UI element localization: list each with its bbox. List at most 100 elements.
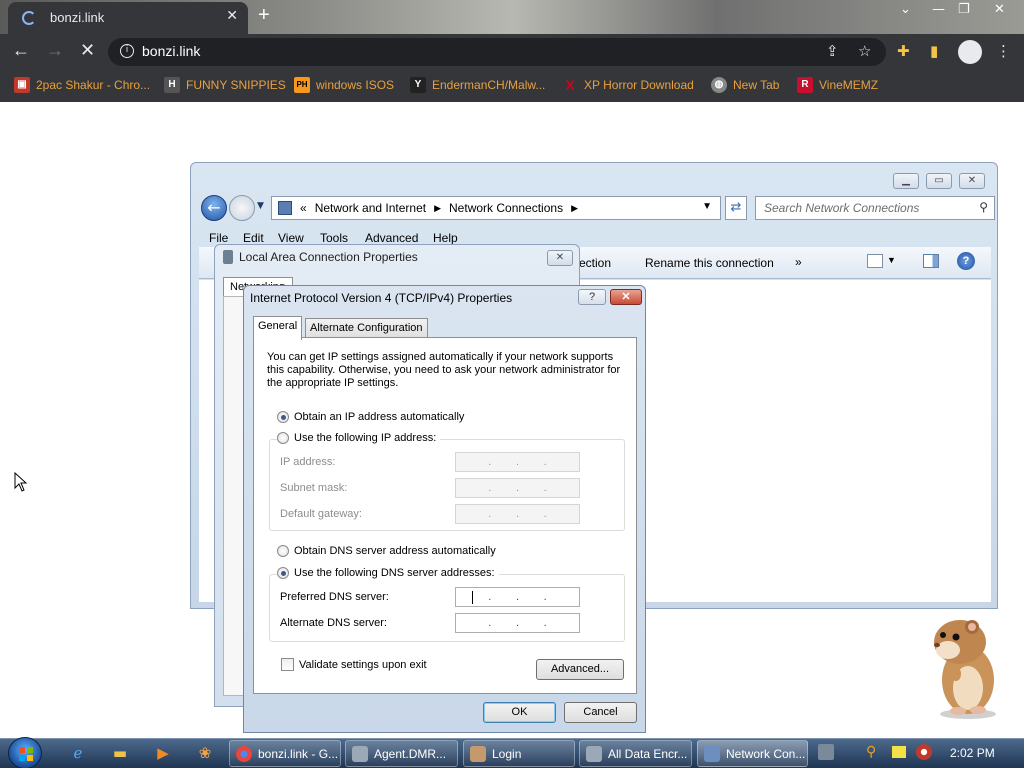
breadcrumb-network-and-internet[interactable]: Network and Internet: [315, 201, 426, 215]
stop-loading-icon[interactable]: ✕: [80, 40, 95, 61]
chevron-down-icon[interactable]: ⌄: [900, 2, 911, 17]
taskbar-item-login[interactable]: Login: [463, 740, 575, 767]
tray-app-icon[interactable]: [818, 744, 834, 760]
bookmark-label: XP Horror Download: [584, 78, 694, 92]
command-partial[interactable]: ection: [579, 256, 611, 270]
alternate-dns-field[interactable]: ...: [455, 613, 580, 633]
menu-tools[interactable]: Tools: [320, 231, 348, 245]
obtain-dns-auto-radio[interactable]: Obtain DNS server address automatically: [277, 545, 496, 557]
bookmark-funny-snippies[interactable]: H FUNNY SNIPPIES: [164, 76, 286, 94]
forward-arrow-icon[interactable]: [229, 195, 255, 221]
close-button[interactable]: ✕: [547, 250, 573, 266]
notes-icon[interactable]: [892, 746, 906, 758]
browser-tab[interactable]: bonzi.link ✕: [8, 2, 248, 34]
taskbar-item-chrome[interactable]: bonzi.link - G...: [229, 740, 341, 767]
intro-text: You can get IP settings assigned automat…: [267, 351, 621, 389]
search-input[interactable]: Search Network Connections ⚲: [755, 196, 995, 220]
preview-pane-icon[interactable]: [923, 254, 939, 268]
tab-general[interactable]: General: [253, 316, 303, 340]
internet-explorer-icon[interactable]: ℯ: [68, 743, 88, 763]
default-gateway-field[interactable]: ...: [455, 504, 580, 524]
bookmark-2pac[interactable]: ▣ 2pac Shakur - Chro...: [14, 76, 150, 94]
restore-icon[interactable]: ❐: [958, 2, 970, 17]
forward-arrow-icon[interactable]: →: [46, 40, 64, 61]
rename-connection-command[interactable]: Rename this connection: [645, 256, 774, 270]
network-adapter-icon: [223, 250, 233, 264]
folder-icon[interactable]: ▬: [110, 743, 130, 763]
github-icon: Y: [410, 77, 426, 93]
subnet-mask-field[interactable]: ...: [455, 478, 580, 498]
more-commands-icon[interactable]: »: [795, 255, 802, 269]
validate-settings-checkbox[interactable]: Validate settings upon exit: [281, 658, 427, 671]
profile-avatar[interactable]: [958, 40, 982, 64]
maximize-button[interactable]: ▭: [926, 173, 952, 189]
start-button[interactable]: [8, 737, 42, 768]
help-icon[interactable]: ?: [957, 252, 975, 270]
ok-button[interactable]: OK: [483, 702, 556, 723]
breadcrumb-prefix[interactable]: «: [300, 201, 307, 215]
help-button[interactable]: ?: [578, 289, 606, 305]
dialog-title: Local Area Connection Properties: [239, 250, 418, 264]
app-shortcut-icon[interactable]: ❀: [195, 743, 215, 763]
search-icon[interactable]: ⚲: [979, 200, 988, 214]
ph-icon: PH: [294, 77, 310, 93]
hamster-character-icon[interactable]: [920, 612, 1010, 722]
side-panel-icon[interactable]: ▮: [930, 42, 938, 60]
url-text: bonzi.link: [142, 43, 201, 59]
taskbar-item-network-connections[interactable]: Network Con...: [697, 740, 808, 767]
menu-file[interactable]: File: [209, 231, 228, 245]
extensions-icon[interactable]: ✚: [897, 42, 910, 60]
close-window-icon[interactable]: ✕: [994, 2, 1005, 17]
validate-settings-label: Validate settings upon exit: [299, 658, 427, 671]
back-arrow-icon[interactable]: ←: [12, 40, 30, 61]
address-bar[interactable]: i bonzi.link: [108, 38, 886, 66]
bookmark-vinememz[interactable]: R VineMEMZ: [797, 76, 878, 94]
back-arrow-icon[interactable]: ←: [201, 195, 227, 221]
bookmark-endermanch[interactable]: Y EndermanCH/Malw...: [410, 76, 545, 94]
menu-edit[interactable]: Edit: [243, 231, 264, 245]
bookmark-star-icon[interactable]: ☆: [858, 42, 871, 60]
breadcrumb-network-connections[interactable]: Network Connections: [449, 201, 563, 215]
use-following-ip-radio[interactable]: Use the following IP address:: [277, 432, 441, 444]
breadcrumb-separator-icon[interactable]: ▶: [434, 203, 441, 214]
refresh-icon[interactable]: ⇄: [725, 196, 747, 220]
taskbar-clock[interactable]: 2:02 PM: [950, 746, 995, 760]
breadcrumb-separator-icon[interactable]: ▶: [571, 203, 578, 214]
share-icon[interactable]: ⇪: [826, 42, 839, 60]
menu-view[interactable]: View: [278, 231, 304, 245]
media-player-icon[interactable]: ▶: [153, 743, 173, 763]
view-dropdown-icon[interactable]: ▼: [887, 255, 896, 265]
use-following-dns-radio[interactable]: Use the following DNS server addresses:: [277, 567, 499, 579]
new-tab-icon[interactable]: +: [258, 4, 270, 27]
site-info-icon[interactable]: i: [120, 44, 134, 58]
minimize-button[interactable]: ▁: [893, 173, 919, 189]
preferred-dns-field[interactable]: ...: [455, 587, 580, 607]
chrome-icon: [236, 745, 252, 762]
view-options-icon[interactable]: [867, 254, 883, 268]
obtain-ip-auto-radio[interactable]: Obtain an IP address automatically: [277, 411, 464, 423]
close-button[interactable]: ✕: [959, 173, 985, 189]
explorer-address-bar[interactable]: « Network and Internet ▶ Network Connect…: [271, 196, 721, 220]
advanced-button[interactable]: Advanced...: [536, 659, 624, 680]
bookmark-xp-horror[interactable]: X XP Horror Download: [562, 76, 694, 94]
obtain-ip-auto-label: Obtain an IP address automatically: [294, 411, 465, 423]
menu-dots-icon[interactable]: ⋮: [996, 42, 1011, 60]
record-icon[interactable]: [916, 744, 932, 760]
taskbar-item-all-data[interactable]: All Data Encr...: [579, 740, 692, 767]
dialog-title: Internet Protocol Version 4 (TCP/IPv4) P…: [250, 291, 513, 305]
network-folder-icon: [278, 201, 292, 215]
taskbar-item-agent[interactable]: Agent.DMR...: [345, 740, 458, 767]
menu-help[interactable]: Help: [433, 231, 458, 245]
radio-unselected-icon: [277, 432, 289, 444]
ip-address-field[interactable]: ...: [455, 452, 580, 472]
bookmark-new-tab[interactable]: ◍ New Tab: [711, 76, 779, 94]
recent-pages-chevron-icon[interactable]: ▼: [257, 201, 264, 211]
menu-advanced[interactable]: Advanced: [365, 231, 418, 245]
magnifier-icon[interactable]: ⚲: [866, 744, 882, 760]
minimize-icon[interactable]: —: [932, 2, 945, 17]
address-dropdown-icon[interactable]: ▼: [702, 201, 712, 212]
bookmark-windows-isos[interactable]: PH windows ISOS: [294, 76, 394, 94]
cancel-button[interactable]: Cancel: [564, 702, 637, 723]
close-button[interactable]: ✕: [610, 289, 642, 305]
close-tab-icon[interactable]: ✕: [226, 8, 238, 24]
